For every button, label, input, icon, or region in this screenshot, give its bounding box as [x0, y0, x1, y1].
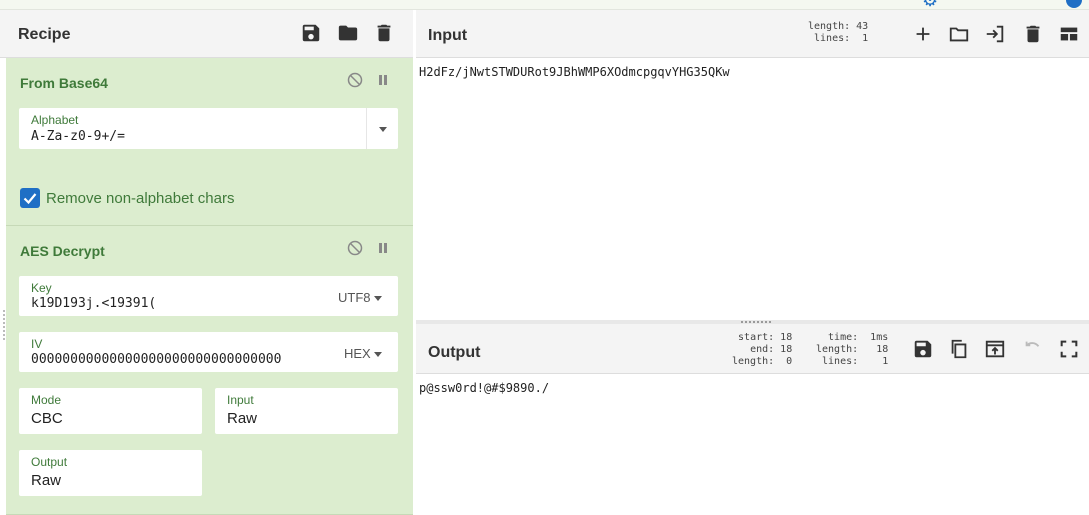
output-format-label: Output — [31, 455, 68, 469]
alphabet-value[interactable]: A-Za-z0-9+/= — [31, 129, 125, 144]
input-title: Input — [428, 27, 468, 44]
import-icon[interactable] — [984, 23, 1006, 45]
folder-icon[interactable] — [337, 22, 359, 44]
output-stats-timing: time: 1ms length: 18 lines: 1 — [816, 332, 889, 367]
chevron-down-icon — [379, 127, 387, 133]
operation-from-base64[interactable]: From Base64 Alphabet A-Za-z0-9+/= Remove… — [6, 58, 413, 226]
iv-value[interactable]: 00000000000000000000000000000000 — [31, 352, 281, 367]
resize-dots — [741, 321, 771, 323]
key-value[interactable]: k19D193j.<19391( — [31, 296, 156, 311]
undo-icon[interactable] — [1022, 338, 1044, 360]
iv-field[interactable]: IV 00000000000000000000000000000000 HEX — [19, 332, 398, 372]
panel-resize-handle[interactable] — [3, 310, 5, 340]
save-icon[interactable] — [912, 338, 934, 360]
disable-icon[interactable] — [347, 240, 363, 256]
pause-icon[interactable] — [375, 72, 391, 88]
output-format-value[interactable]: Raw — [31, 472, 61, 489]
iv-encoding-dropdown[interactable]: HEX — [344, 346, 382, 361]
output-format-field[interactable]: Output Raw — [19, 450, 202, 496]
operation-aes-decrypt[interactable]: AES Decrypt Key k19D193j.<19391( UTF8 IV… — [6, 226, 413, 515]
operation-title: From Base64 — [20, 75, 108, 91]
remove-non-alphabet-label[interactable]: Remove non-alphabet chars — [46, 190, 234, 207]
divider — [366, 108, 367, 149]
fullscreen-icon[interactable] — [1058, 338, 1080, 360]
key-encoding-label: UTF8 — [338, 290, 371, 305]
input-stats: length: 43 lines: 1 — [808, 21, 869, 44]
key-field[interactable]: Key k19D193j.<19391( UTF8 — [19, 276, 398, 316]
chevron-down-icon — [373, 352, 382, 358]
recipe-header: Recipe — [0, 10, 413, 58]
folder-icon[interactable] — [948, 23, 970, 45]
output-header: Output start: 18 end: 18 length: 0 time:… — [416, 324, 1089, 374]
output-stats-position: start: 18 end: 18 length: 0 — [732, 332, 793, 367]
key-label: Key — [31, 281, 52, 295]
mode-label: Mode — [31, 393, 62, 407]
input-format-label: Input — [227, 393, 254, 407]
top-options-strip: ⚙ — [0, 0, 1089, 10]
disable-icon[interactable] — [347, 72, 363, 88]
layout-icon[interactable] — [1058, 23, 1080, 45]
pause-icon[interactable] — [375, 240, 391, 256]
iv-label: IV — [31, 337, 43, 351]
copy-icon[interactable] — [948, 338, 970, 360]
mode-value[interactable]: CBC — [31, 410, 63, 427]
trash-icon[interactable] — [373, 22, 395, 44]
output-textarea[interactable]: p@ssw0rd!@#$9890./ — [416, 374, 1089, 515]
alphabet-dropdown[interactable] — [376, 121, 387, 136]
key-encoding-dropdown[interactable]: UTF8 — [338, 290, 382, 305]
input-header: Input length: 43 lines: 1 — [416, 10, 1089, 58]
plus-icon[interactable] — [912, 23, 934, 45]
alphabet-label: Alphabet — [31, 113, 79, 127]
trash-icon[interactable] — [1022, 23, 1044, 45]
mode-field[interactable]: Mode CBC — [19, 388, 202, 434]
output-text[interactable]: p@ssw0rd!@#$9890./ — [419, 381, 549, 395]
replace-input-icon[interactable] — [984, 338, 1006, 360]
output-title: Output — [428, 344, 481, 361]
input-textarea[interactable]: H2dFz/jNwtSTWDURot9JBhWMP6XOdmcpgqvYHG35… — [416, 58, 1089, 320]
recipe-title: Recipe — [18, 26, 71, 43]
input-format-field[interactable]: Input Raw — [215, 388, 398, 434]
remove-non-alphabet-checkbox[interactable] — [20, 188, 40, 208]
recipe-panel: Recipe From Base64 Alphabet A-Za-z0-9+/=… — [0, 10, 413, 515]
gear-icon[interactable]: ⚙ — [922, 0, 942, 9]
save-icon[interactable] — [300, 22, 322, 44]
help-icon[interactable] — [1066, 0, 1082, 8]
operation-title: AES Decrypt — [20, 243, 105, 259]
chevron-down-icon — [373, 296, 382, 302]
alphabet-field[interactable]: Alphabet A-Za-z0-9+/= — [19, 108, 398, 149]
input-format-value[interactable]: Raw — [227, 410, 257, 427]
iv-encoding-label: HEX — [344, 346, 371, 361]
input-text[interactable]: H2dFz/jNwtSTWDURot9JBhWMP6XOdmcpgqvYHG35… — [419, 65, 730, 79]
